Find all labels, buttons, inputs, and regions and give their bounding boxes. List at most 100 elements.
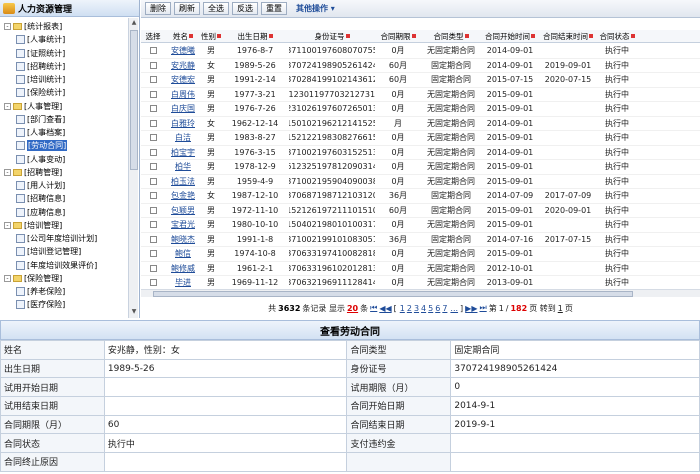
- collapse-icon[interactable]: -: [4, 168, 11, 176]
- scroll-up-icon[interactable]: ▲: [130, 19, 138, 28]
- row-checkbox[interactable]: [149, 163, 157, 171]
- employee-name-link[interactable]: 鲍信: [165, 247, 201, 261]
- column-header[interactable]: 出生日期: [221, 30, 289, 42]
- table-row[interactable]: 安德宏男 1991-2-14 370284199102143612 60月 固定期合同 2…: [141, 73, 700, 88]
- row-checkbox[interactable]: [149, 76, 157, 84]
- table-row[interactable]: 白雅玲女 1962-12-14 150102196212141525 月 无固定期合同 2…: [141, 117, 700, 131]
- sort-icon[interactable]: [189, 34, 193, 38]
- sidebar-scrollbar[interactable]: ▲ ▼: [128, 18, 138, 318]
- row-checkbox[interactable]: [149, 250, 157, 258]
- column-header[interactable]: 合同开始时间: [481, 30, 539, 42]
- last-page-icon[interactable]: ⏭: [479, 303, 486, 313]
- sidebar-item[interactable]: [劳动合同]: [4, 139, 126, 152]
- row-checkbox[interactable]: [149, 279, 157, 287]
- table-row[interactable]: 包金艳女 1987-12-10 370687198712103120 36月 固定期合同…: [141, 189, 700, 204]
- row-checkbox[interactable]: [149, 192, 157, 200]
- row-checkbox[interactable]: [149, 264, 157, 272]
- table-row[interactable]: 安兆静女 1989-5-26 370724198905261424 60月 固定期合同 2…: [141, 59, 700, 73]
- collapse-icon[interactable]: -: [4, 102, 11, 110]
- employee-name-link[interactable]: 柏玉法: [165, 175, 201, 189]
- horizontal-scrollbar[interactable]: [141, 289, 700, 297]
- prev-page-icon[interactable]: ◀◀: [379, 304, 391, 313]
- sidebar-item[interactable]: [培训登记管理]: [4, 245, 126, 258]
- delete-button[interactable]: 删除: [145, 2, 171, 15]
- row-checkbox[interactable]: [149, 235, 157, 243]
- sidebar-item[interactable]: - [统计报表]: [4, 20, 126, 33]
- page-link[interactable]: 6: [435, 304, 440, 313]
- table-row[interactable]: 鲍信男 1974-10-8 370633197410082818 0月 无固定期合同 20…: [141, 247, 700, 262]
- employee-name-link[interactable]: 白周伟: [165, 88, 201, 102]
- row-checkbox[interactable]: [149, 221, 157, 229]
- sidebar-item[interactable]: - [保险管理]: [4, 272, 126, 285]
- sidebar-item[interactable]: [医疗保险]: [4, 298, 126, 311]
- row-checkbox[interactable]: [149, 177, 157, 185]
- sidebar-item[interactable]: [部门查看]: [4, 113, 126, 126]
- employee-name-link[interactable]: 鲍修威: [165, 262, 201, 276]
- collapse-icon[interactable]: -: [4, 23, 11, 31]
- sidebar-item[interactable]: [招聘统计]: [4, 60, 126, 73]
- row-checkbox[interactable]: [149, 105, 157, 113]
- column-header[interactable]: 身份证号: [289, 30, 375, 42]
- page-link[interactable]: 5: [428, 304, 433, 313]
- sort-icon[interactable]: [268, 34, 273, 38]
- scrollbar-thumb[interactable]: [130, 30, 138, 170]
- employee-name-link[interactable]: 白雅玲: [165, 117, 201, 131]
- scroll-down-icon[interactable]: ▼: [130, 308, 138, 317]
- goto-page-input[interactable]: 1: [558, 304, 563, 313]
- sidebar-item[interactable]: [培训统计]: [4, 73, 126, 86]
- more-pages-link[interactable]: ...: [450, 304, 458, 313]
- sidebar-item[interactable]: [用人计划]: [4, 179, 126, 192]
- column-header[interactable]: 合同状态: [597, 30, 637, 42]
- table-row[interactable]: 柏玉法男 1959-4-9 371002195904090038 0月 无固定期合同 20…: [141, 175, 700, 189]
- sort-icon[interactable]: [464, 34, 469, 38]
- sidebar-item[interactable]: [保险统计]: [4, 86, 126, 99]
- sidebar-item[interactable]: - [人事管理]: [4, 100, 126, 113]
- table-row[interactable]: 宝君光男 1980-10-10 150402198010100317 0月 无固定期合同…: [141, 218, 700, 233]
- employee-name-link[interactable]: 包颖男: [165, 204, 201, 218]
- per-page-value[interactable]: 20: [347, 304, 358, 313]
- sort-icon[interactable]: [411, 34, 416, 38]
- employee-name-link[interactable]: 柏宝宇: [165, 146, 201, 160]
- refresh-button[interactable]: 刷新: [174, 2, 200, 15]
- reset-button[interactable]: 重置: [261, 2, 287, 15]
- first-page-icon[interactable]: ⏮: [370, 303, 377, 313]
- page-link[interactable]: 4: [421, 304, 426, 313]
- collapse-icon[interactable]: -: [4, 221, 11, 229]
- row-checkbox[interactable]: [149, 47, 157, 55]
- sort-icon[interactable]: [345, 34, 350, 38]
- table-row[interactable]: 白洁男 1983-8-27 152122198308276615 0月 无固定期合同 20…: [141, 131, 700, 146]
- table-row[interactable]: 包颖男男 1972-11-10 152126197211101510 60月 固定期合同…: [141, 204, 700, 218]
- employee-name-link[interactable]: 柏华: [165, 160, 201, 174]
- row-checkbox[interactable]: [149, 119, 157, 127]
- hscroll-thumb[interactable]: [153, 291, 633, 297]
- page-link[interactable]: 2: [407, 304, 412, 313]
- table-row[interactable]: 白周伟男 1977-3-21 612301197703212731X 0月 无固定期合同…: [141, 88, 700, 102]
- sidebar-item[interactable]: [人事统计]: [4, 33, 126, 46]
- sidebar-item[interactable]: [年度培训效果评价]: [4, 259, 126, 272]
- more-actions-menu[interactable]: 其他操作 ▾: [296, 3, 335, 14]
- page-link[interactable]: 3: [414, 304, 419, 313]
- row-checkbox[interactable]: [149, 90, 157, 98]
- column-header[interactable]: 姓名: [165, 30, 201, 42]
- sort-icon[interactable]: [589, 34, 593, 38]
- table-row[interactable]: 柏华男 1978-12-9 612325197812090314 0月 无固定期合同 20…: [141, 160, 700, 175]
- employee-name-link[interactable]: 鲍晓杰: [165, 233, 201, 247]
- sort-icon[interactable]: [630, 34, 635, 38]
- sidebar-item[interactable]: [应聘信息]: [4, 206, 126, 219]
- row-checkbox[interactable]: [149, 148, 157, 156]
- invert-selection-button[interactable]: 反选: [232, 2, 258, 15]
- table-row[interactable]: 鲍晓杰男 1991-1-8 371002199101083051 36月 固定期合同 20…: [141, 233, 700, 247]
- sort-icon[interactable]: [531, 34, 535, 38]
- employee-name-link[interactable]: 包金艳: [165, 189, 201, 203]
- page-link[interactable]: 1: [400, 304, 405, 313]
- employee-name-link[interactable]: 白庆国: [165, 102, 201, 116]
- page-link[interactable]: 7: [442, 304, 447, 313]
- select-all-button[interactable]: 全选: [203, 2, 229, 15]
- sidebar-item[interactable]: [公司年度培训计划]: [4, 232, 126, 245]
- column-header[interactable]: 合同结束时间: [539, 30, 597, 42]
- table-row[interactable]: 白庆国男 1976-7-26 231026197607265013 0月 无固定期合同 2…: [141, 102, 700, 117]
- column-header[interactable]: 合同期限: [375, 30, 421, 42]
- sidebar-item[interactable]: [证照统计]: [4, 47, 126, 60]
- employee-name-link[interactable]: 毕进: [165, 276, 201, 289]
- employee-name-link[interactable]: 白洁: [165, 131, 201, 145]
